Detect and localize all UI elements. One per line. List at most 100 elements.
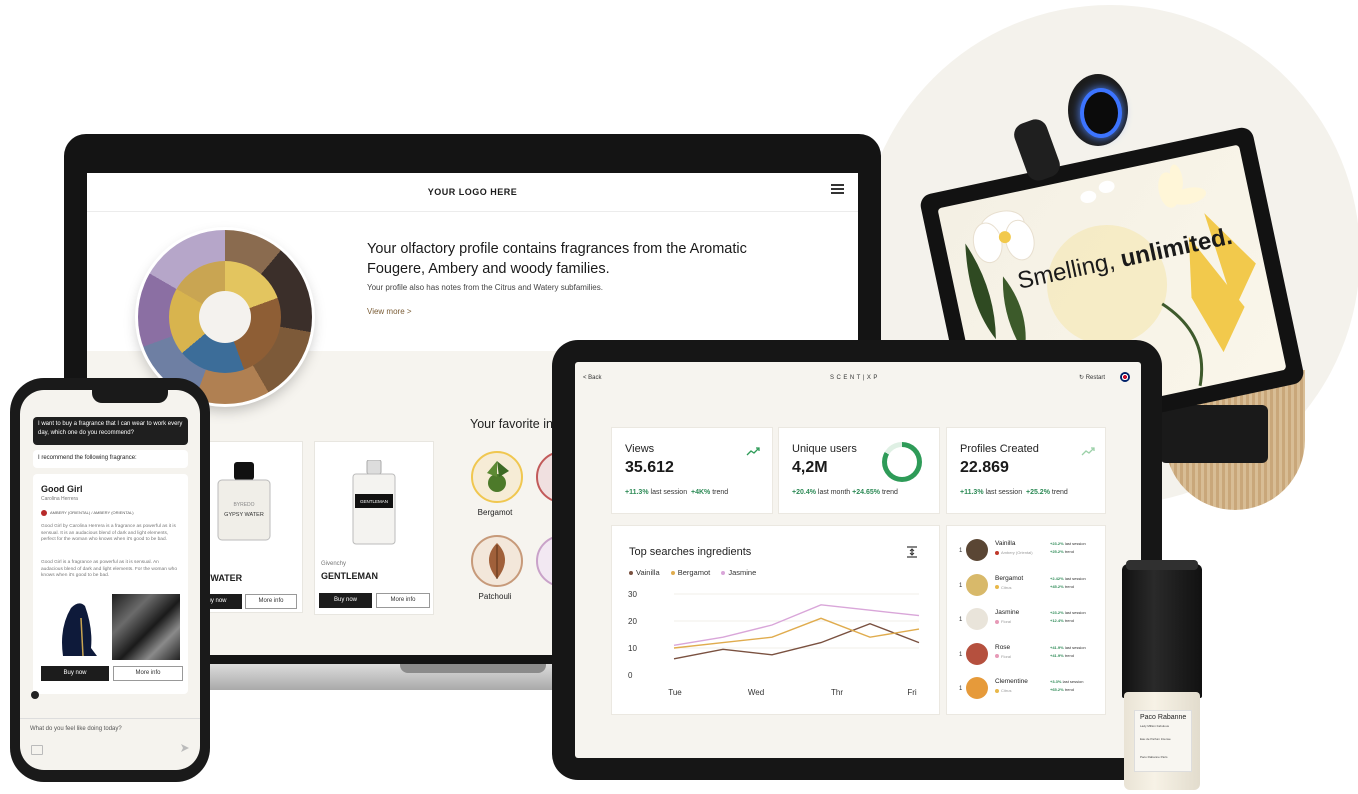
trend-stat: +65.2% trend xyxy=(1050,687,1074,692)
ingredient-label: Patchouli xyxy=(478,592,512,601)
ingredient-family: Citrus xyxy=(995,688,1011,693)
logo: YOUR LOGO HERE xyxy=(427,187,518,197)
svg-text:BYREDO: BYREDO xyxy=(233,502,254,508)
phone-screen: I want to buy a fragrance that I can wea… xyxy=(20,390,200,770)
product-brand: Givenchy xyxy=(321,561,347,567)
y-tick-label: 0 xyxy=(628,671,633,680)
view-more-link[interactable]: View more > xyxy=(367,307,412,316)
uk-flag-icon[interactable] xyxy=(1120,372,1130,382)
y-tick-label: 20 xyxy=(628,617,637,626)
ingredient-name: Rose xyxy=(995,643,1011,651)
more-info-button[interactable]: More info xyxy=(113,666,183,681)
user-message: I want to buy a fragrance that I can wea… xyxy=(33,417,188,445)
svg-text:GYPSY WATER: GYPSY WATER xyxy=(224,512,264,518)
profile-headline: Your olfactory profile contains fragranc… xyxy=(367,241,747,277)
trend-stat: +41.9% trend xyxy=(1050,652,1074,658)
ingredient-row[interactable]: 1 Jasmine Floral +23.2% last session +12.4% … xyxy=(947,605,1105,639)
legend-item: Jasmine xyxy=(721,568,756,577)
restart-button[interactable]: ↻ Restart xyxy=(1079,374,1105,381)
trend-up-icon xyxy=(1081,447,1095,456)
perfume-line: Paco Rabanne Paris xyxy=(1140,755,1168,759)
last-session-stat: +23.2% last session xyxy=(1050,541,1086,546)
ingredient-family: Citrus xyxy=(995,585,1011,590)
x-tick-label: Fri xyxy=(907,688,917,697)
series-line-jasmine xyxy=(673,604,920,646)
last-session-stat: +23.2% last session xyxy=(1050,610,1086,615)
trend-stat: +45.2% trend xyxy=(1050,583,1074,589)
trend-stat: +12.4% trend xyxy=(1050,618,1074,623)
rank: 1 xyxy=(959,548,963,554)
ingredient-patchouli-icon[interactable] xyxy=(471,535,523,587)
ingredient-row[interactable]: 1 Rose Floral +41.9% last session +41.9% tre… xyxy=(947,640,1105,674)
users-donut-chart xyxy=(882,442,922,482)
perfume-line: Eau de Parfum Intense xyxy=(1140,737,1171,741)
rank: 1 xyxy=(959,651,963,658)
top-ingredients-list: 1 Vainilla Ambery (Oriental) +23.2% last se… xyxy=(946,525,1106,715)
buy-now-button[interactable]: Buy now xyxy=(41,666,109,681)
y-tick-label: 30 xyxy=(628,590,637,599)
legend-item: Bergamot xyxy=(670,568,710,577)
ingredient-thumbnail-icon xyxy=(966,573,988,596)
olfactory-wheel-center xyxy=(199,291,251,343)
stat-value: 22.869 xyxy=(960,459,1009,476)
perfume-line: Lady Million Fabulous xyxy=(1140,724,1170,728)
rank: 1 xyxy=(959,686,963,692)
top-searches-chart-card: Top searches ingredients Vainilla Bergam… xyxy=(611,525,940,715)
chart-legend: Vainilla Bergamot Jasmine xyxy=(629,568,765,577)
chat-input[interactable]: What do you feel like doing today? xyxy=(30,726,122,732)
send-icon[interactable] xyxy=(180,743,190,753)
hamburger-menu-icon[interactable] xyxy=(831,184,844,194)
image-icon[interactable] xyxy=(31,745,43,755)
more-info-button[interactable]: More info xyxy=(245,594,297,609)
ingredient-family: Floral xyxy=(995,654,1011,659)
laptop-header: YOUR LOGO HERE xyxy=(87,173,858,212)
perfume-brand: Paco Rabanne xyxy=(1140,714,1187,721)
ingredients-collage xyxy=(112,594,180,660)
trend-up-icon xyxy=(746,447,760,456)
ingredient-name: Jasmine xyxy=(995,609,1020,616)
product-brand: Carolina Herrera xyxy=(41,496,78,502)
series-line-vainilla xyxy=(673,622,920,660)
stat-card-views: Views 35.612 +11.3% last session +4K% tr… xyxy=(611,427,773,514)
sensor-light-ring xyxy=(1080,88,1122,138)
series-line-bergamot xyxy=(673,617,920,649)
restart-icon: ↻ xyxy=(1079,375,1086,381)
stat-title: Profiles Created xyxy=(960,443,1039,455)
stat-card-profiles-created: Profiles Created 22.869 +11.3% last sess… xyxy=(946,427,1106,514)
stat-value: 4,2M xyxy=(792,459,828,476)
ingredient-row[interactable]: 1 Vainilla Ambery (Oriental) +23.2% last se… xyxy=(947,536,1105,570)
product-name: Good Girl xyxy=(41,484,83,494)
ingredient-family: Floral xyxy=(995,619,1011,624)
kiosk-stand xyxy=(1160,405,1268,463)
ingredient-thumbnail-icon xyxy=(966,539,988,561)
ingredient-row[interactable]: 1 Clementine Citrus +3.3% last session +65.2… xyxy=(947,674,1105,708)
ingredient-name: Clementine xyxy=(995,678,1028,685)
stat-title: Views xyxy=(625,443,655,455)
perfume-label: Paco Rabanne Lady Million Fabulous Eau d… xyxy=(1134,710,1192,772)
stat-title: Unique users xyxy=(792,443,857,455)
last-session-stat: +41.9% last session xyxy=(1050,644,1086,650)
family-icon xyxy=(41,510,47,516)
svg-text:GENTLEMAN: GENTLEMAN xyxy=(360,499,388,504)
more-info-button[interactable]: More info xyxy=(376,593,430,608)
x-tick-label: Thr xyxy=(831,688,843,697)
recommendation-card[interactable]: Good Girl Carolina Herrera AMBERY (ORIEN… xyxy=(33,474,188,694)
tablet-screen: < Back SCENT|XP ↻ Restart Views 35.612 +… xyxy=(575,362,1141,758)
ingredient-family: Ambery (Oriental) xyxy=(995,550,1033,555)
ingredient-name: Bergamot xyxy=(995,574,1024,582)
expand-icon[interactable] xyxy=(906,546,918,558)
ingredient-bergamot-icon[interactable] xyxy=(471,451,523,503)
trend-stat: +25.2% trend xyxy=(1050,549,1074,554)
ingredient-thumbnail-icon xyxy=(966,608,988,630)
stat-footer: +11.3% last session +25.2% trend xyxy=(960,489,1068,496)
back-button[interactable]: < Back xyxy=(583,375,602,381)
laptop-notch xyxy=(400,664,546,673)
product-family: AMBERY (ORIENTAL) / AMBERY (ORIENTAL) xyxy=(41,510,134,516)
divider xyxy=(20,718,200,719)
buy-now-button[interactable]: Buy now xyxy=(319,593,372,608)
ingredient-thumbnail-icon xyxy=(966,677,988,699)
phone-notch xyxy=(92,390,168,403)
product-card[interactable]: GENTLEMAN Givenchy GENTLEMAN Buy now Mor… xyxy=(314,441,434,615)
brand-logo: SCENT|XP xyxy=(830,375,880,381)
ingredient-row[interactable]: 1 Bergamot Citrus +2.42% last session +45.2%… xyxy=(947,571,1105,605)
